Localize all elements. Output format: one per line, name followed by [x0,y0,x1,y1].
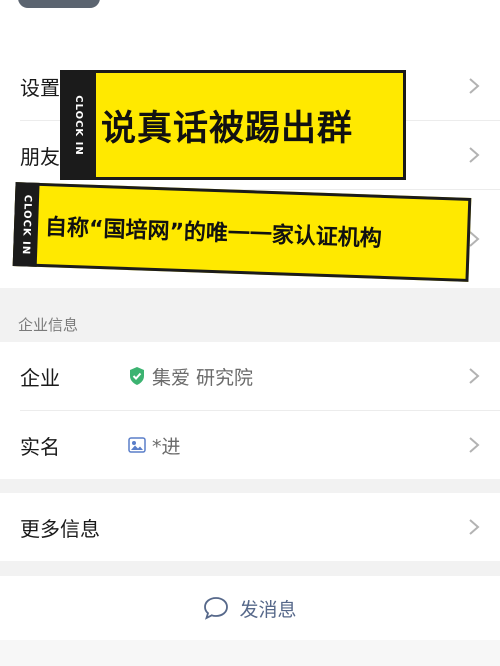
headline-banner-bottom: CLOCK IN 自称“国培网”的唯一一家认证机构 [12,182,472,282]
send-message-label: 发消息 [239,598,297,621]
chat-bubble-icon [204,597,229,620]
enterprise-label: 企业 [20,365,60,390]
friends-label: 朋友 [20,144,60,169]
clock-in-tab: CLOCK IN [12,182,40,267]
section-gap [0,479,500,493]
clock-in-tab: CLOCK IN [60,70,96,180]
realname-row[interactable]: 实名 *进 [0,411,500,479]
enterprise-row[interactable]: 企业 集爱 研究院 [0,342,500,410]
headline-banner-top: CLOCK IN 说真话被踢出群 [60,70,406,180]
realname-label: 实名 [20,434,60,459]
avatar[interactable] [18,0,100,8]
headline-text: 说真话被踢出群 [101,108,354,149]
settings-label: 设置 [20,75,60,100]
chevron-right-icon [469,147,480,163]
realname-text: *进 [152,435,181,458]
id-card-icon [128,437,146,453]
chevron-right-icon [469,368,480,384]
headline-text: 自称“国培网”的唯一一家认证机构 [44,215,383,252]
section-gap [0,561,500,576]
more-info-row[interactable]: 更多信息 [0,493,500,561]
realname-value: *进 [128,432,181,459]
chevron-right-icon [469,78,480,94]
chevron-right-icon [469,519,480,535]
section-title-enterprise-info: 企业信息 [18,316,79,334]
enterprise-name: 集爱 研究院 [152,366,254,389]
chevron-right-icon [469,437,480,453]
send-message-button[interactable]: 发消息 [0,576,500,640]
clock-in-text: CLOCK IN [72,94,84,156]
clock-in-text: CLOCK IN [19,194,33,255]
enterprise-value: 集爱 研究院 [128,363,253,390]
bottom-strip [0,640,500,666]
more-info-label: 更多信息 [20,516,100,541]
verified-shield-icon [130,367,144,385]
